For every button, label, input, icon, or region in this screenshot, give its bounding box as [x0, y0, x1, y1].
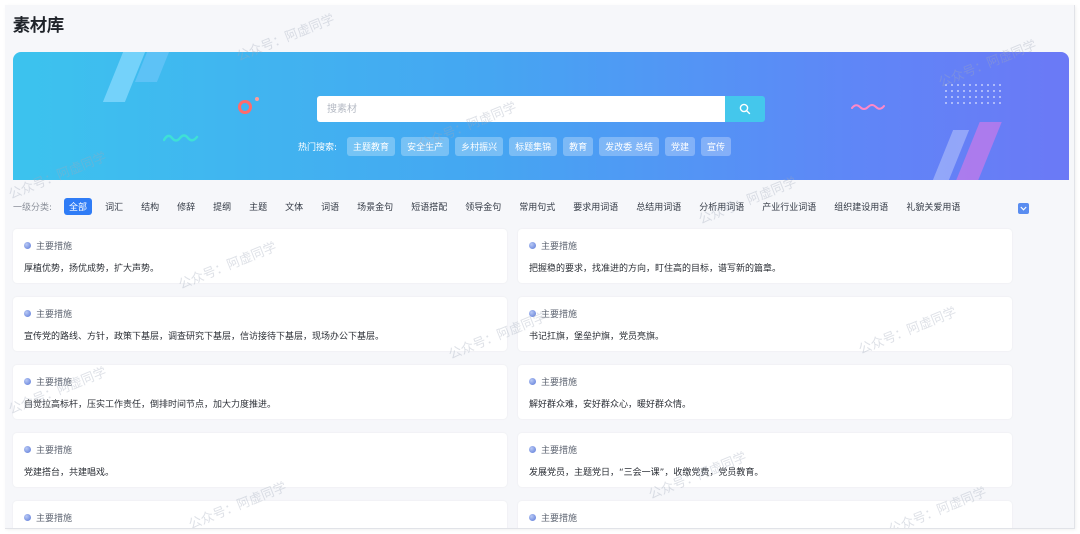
- card-header: 主要措施: [529, 239, 577, 252]
- card-tag: 主要措施: [36, 378, 73, 388]
- search-icon: [739, 103, 751, 115]
- category-item[interactable]: 常用句式: [514, 198, 560, 215]
- material-card[interactable]: 主要措施 把握稳的要求，找准进的方向，盯住高的目标，谱写新的篇章。: [518, 229, 1012, 283]
- bullet-icon: [24, 446, 31, 453]
- category-item[interactable]: 总结用词语: [631, 198, 686, 215]
- category-filter: 一级分类: 全部 词汇 结构 修辞 提纲 主题 文体 词语 场景金句 短语搭配 …: [13, 198, 1013, 215]
- category-item[interactable]: 礼貌关爱用语: [901, 198, 965, 215]
- bullet-icon: [24, 242, 31, 249]
- card-header: 主要措施: [24, 511, 72, 524]
- ring-decoration: [238, 100, 252, 114]
- hot-search-tag[interactable]: 宣传: [701, 137, 732, 156]
- hot-search-row: 热门搜索: 主题教育 安全生产 乡村振兴 标题集锦 教育 发改委 总结 党建 宣…: [298, 137, 732, 156]
- category-label: 一级分类:: [13, 203, 53, 213]
- hot-search-tag[interactable]: 主题教育: [347, 137, 396, 156]
- category-item-all[interactable]: 全部: [64, 198, 93, 215]
- hot-search-tag[interactable]: 乡村振兴: [455, 137, 504, 156]
- category-item[interactable]: 产业行业词语: [757, 198, 821, 215]
- bullet-icon: [24, 378, 31, 385]
- card-tag: 主要措施: [541, 446, 578, 456]
- expand-categories-button[interactable]: [1018, 203, 1029, 214]
- card-text: 宣传党的路线、方针，政策下基层，调查研究下基层，信访接待下基层，现场办公下基层。: [24, 332, 385, 342]
- category-item[interactable]: 主题: [244, 198, 272, 215]
- hot-search-tag[interactable]: 标题集锦: [509, 137, 558, 156]
- material-card[interactable]: 主要措施 党建搭台，共建唱戏。: [13, 433, 507, 487]
- bullet-icon: [529, 378, 536, 385]
- card-text: 发展党员，主题党日，“三会一课”，收缴党费，党员教育。: [529, 468, 764, 478]
- category-item[interactable]: 修辞: [172, 198, 200, 215]
- card-text: 党建搭台，共建唱戏。: [24, 468, 115, 478]
- card-text: 书记扛旗，堡垒护旗，党员亮旗。: [529, 332, 665, 342]
- dot-decoration: [255, 97, 259, 101]
- card-text: 把握稳的要求，找准进的方向，盯住高的目标，谱写新的篇章。: [529, 264, 782, 274]
- page-title: 素材库: [13, 16, 64, 36]
- category-item[interactable]: 场景金句: [352, 198, 398, 215]
- category-item[interactable]: 文体: [280, 198, 308, 215]
- card-tag: 主要措施: [36, 514, 73, 524]
- hot-search-tag[interactable]: 安全生产: [401, 137, 450, 156]
- search-button[interactable]: [725, 96, 765, 122]
- card-tag: 主要措施: [36, 446, 73, 456]
- card-header: 主要措施: [529, 375, 577, 388]
- material-card[interactable]: 主要措施: [518, 501, 1012, 528]
- bullet-icon: [529, 310, 536, 317]
- card-tag: 主要措施: [541, 378, 578, 388]
- card-header: 主要措施: [24, 307, 72, 320]
- category-item[interactable]: 结构: [136, 198, 164, 215]
- material-card[interactable]: 主要措施 厚植优势，扬优成势，扩大声势。: [13, 229, 507, 283]
- card-tag: 主要措施: [36, 242, 73, 252]
- card-text: 解好群众难，安好群众心，暖好群众情。: [529, 400, 692, 410]
- search-bar: [317, 96, 765, 122]
- card-header: 主要措施: [24, 239, 72, 252]
- card-tag: 主要措施: [36, 310, 73, 320]
- category-item[interactable]: 要求用词语: [568, 198, 623, 215]
- material-card[interactable]: 主要措施 发展党员，主题党日，“三会一课”，收缴党费，党员教育。: [518, 433, 1012, 487]
- category-item[interactable]: 组织建设用语: [829, 198, 893, 215]
- category-item[interactable]: 分析用词语: [694, 198, 749, 215]
- category-item[interactable]: 词汇: [100, 198, 128, 215]
- hot-search-tag[interactable]: 党建: [665, 137, 696, 156]
- search-input[interactable]: [317, 96, 725, 122]
- category-item[interactable]: 词语: [316, 198, 344, 215]
- bullet-icon: [24, 514, 31, 521]
- card-tag: 主要措施: [541, 310, 578, 320]
- wave-decoration: [851, 104, 885, 110]
- card-text: 厚植优势，扬优成势，扩大声势。: [24, 264, 160, 274]
- material-card[interactable]: 主要措施 自觉拉高标杆，压实工作责任，倒排时间节点，加大力度推进。: [13, 365, 507, 419]
- material-card[interactable]: 主要措施 解好群众难，安好群众心，暖好群众情。: [518, 365, 1012, 419]
- card-header: 主要措施: [24, 375, 72, 388]
- hot-search-tag[interactable]: 发改委 总结: [599, 137, 659, 156]
- wave-decoration: [163, 134, 199, 142]
- bullet-icon: [529, 446, 536, 453]
- dotgrid-decoration: [943, 82, 1003, 104]
- material-card[interactable]: 主要措施: [13, 501, 507, 528]
- card-header: 主要措施: [24, 443, 72, 456]
- category-item[interactable]: 领导金句: [460, 198, 506, 215]
- category-item[interactable]: 短语搭配: [406, 198, 452, 215]
- chevron-down-icon: [1020, 206, 1027, 211]
- category-item[interactable]: 提纲: [208, 198, 236, 215]
- bullet-icon: [529, 242, 536, 249]
- card-header: 主要措施: [529, 307, 577, 320]
- hot-search-tag[interactable]: 教育: [563, 137, 594, 156]
- card-text: 自觉拉高标杆，压实工作责任，倒排时间节点，加大力度推进。: [24, 400, 277, 410]
- bullet-icon: [24, 310, 31, 317]
- app-window: 素材库 热门搜索: 主题教育 安全生产 乡村: [5, 5, 1075, 529]
- card-tag: 主要措施: [541, 514, 578, 524]
- material-card[interactable]: 主要措施 书记扛旗，堡垒护旗，党员亮旗。: [518, 297, 1012, 351]
- material-card[interactable]: 主要措施 宣传党的路线、方针，政策下基层，调查研究下基层，信访接待下基层，现场办…: [13, 297, 507, 351]
- bullet-icon: [529, 514, 536, 521]
- card-header: 主要措施: [529, 511, 577, 524]
- card-header: 主要措施: [529, 443, 577, 456]
- card-tag: 主要措施: [541, 242, 578, 252]
- hot-search-label: 热门搜索:: [298, 143, 338, 153]
- search-banner: 热门搜索: 主题教育 安全生产 乡村振兴 标题集锦 教育 发改委 总结 党建 宣…: [13, 52, 1069, 180]
